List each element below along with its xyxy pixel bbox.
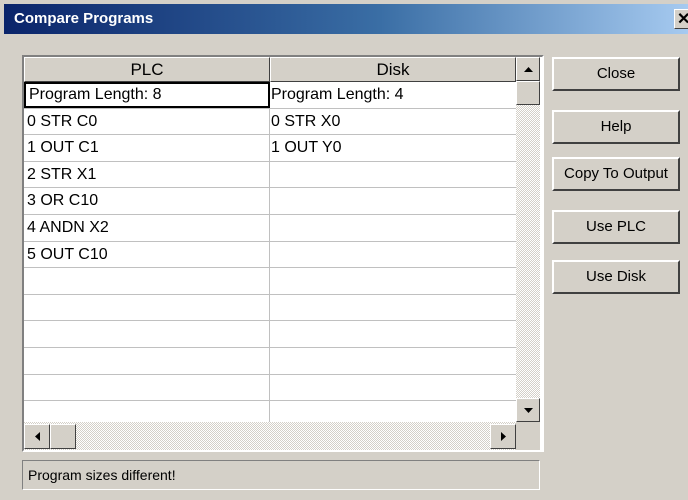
scrollbar-corner <box>516 422 540 450</box>
disk-cell[interactable] <box>270 268 516 294</box>
arrow-up-icon <box>523 66 533 72</box>
plc-cell[interactable] <box>24 401 270 422</box>
plc-cell[interactable] <box>24 294 270 321</box>
window-title: Compare Programs <box>14 10 154 27</box>
help-button[interactable]: Help <box>552 110 680 144</box>
copy-to-output-button[interactable]: Copy To Output <box>552 157 680 191</box>
scroll-up-button[interactable] <box>516 57 540 81</box>
table-row[interactable]: 2 STR X1 <box>24 161 516 189</box>
plc-cell[interactable]: 1 OUT C1 <box>24 135 270 161</box>
status-bar: Program sizes different! <box>22 460 540 490</box>
disk-cell[interactable] <box>270 375 516 401</box>
plc-cell[interactable] <box>24 347 270 374</box>
table-row[interactable] <box>24 374 516 402</box>
close-icon[interactable]: ✕ <box>674 9 688 29</box>
disk-cell[interactable] <box>270 215 516 241</box>
plc-cell[interactable]: 4 ANDN X2 <box>24 214 270 241</box>
table-row[interactable]: 4 ANDN X2 <box>24 214 516 242</box>
table-row[interactable] <box>24 268 516 295</box>
table-row[interactable]: 0 STR C0 0 STR X0 <box>24 108 516 136</box>
plc-cell[interactable] <box>24 374 270 401</box>
disk-cell[interactable] <box>270 188 516 214</box>
program-grid[interactable]: PLC Disk Program Length: 8 Program Length… <box>22 55 544 452</box>
column-header-disk[interactable]: Disk <box>270 57 516 82</box>
plc-cell[interactable]: 3 OR C10 <box>24 188 270 214</box>
disk-cell[interactable] <box>270 401 516 422</box>
disk-cell[interactable] <box>270 242 516 268</box>
plc-cell[interactable] <box>24 321 270 347</box>
table-row[interactable]: Program Length: 8 Program Length: 4 <box>24 82 516 109</box>
disk-cell[interactable]: 1 OUT Y0 <box>270 135 516 161</box>
arrow-right-icon <box>500 432 506 441</box>
table-row[interactable] <box>24 294 516 322</box>
horizontal-scroll-thumb[interactable] <box>50 424 76 449</box>
arrow-left-icon <box>34 432 40 441</box>
table-row[interactable] <box>24 321 516 348</box>
column-header-plc[interactable]: PLC <box>24 57 270 82</box>
plc-cell[interactable]: 2 STR X1 <box>24 161 270 188</box>
use-disk-button[interactable]: Use Disk <box>552 260 680 294</box>
vertical-scrollbar[interactable] <box>516 57 540 422</box>
close-button[interactable]: Close <box>552 57 680 91</box>
compare-programs-dialog: Compare Programs ✕ PLC Disk Program Leng… <box>0 0 688 500</box>
grid-rows: Program Length: 8 Program Length: 40 STR … <box>24 82 516 422</box>
plc-cell[interactable] <box>24 268 270 294</box>
use-plc-button[interactable]: Use PLC <box>552 210 680 244</box>
vertical-scroll-thumb[interactable] <box>516 81 540 105</box>
plc-cell[interactable]: Program Length: 8 <box>24 82 270 108</box>
table-row[interactable]: 5 OUT C10 <box>24 241 516 269</box>
disk-cell[interactable]: 0 STR X0 <box>270 109 516 135</box>
table-row[interactable] <box>24 401 516 422</box>
disk-cell[interactable] <box>270 348 516 374</box>
scroll-down-button[interactable] <box>516 398 540 422</box>
plc-cell[interactable]: 5 OUT C10 <box>24 241 270 268</box>
table-row[interactable] <box>24 347 516 375</box>
table-row[interactable]: 3 OR C10 <box>24 188 516 215</box>
horizontal-scrollbar[interactable] <box>24 422 516 450</box>
scroll-right-button[interactable] <box>490 424 516 449</box>
grid-viewport: PLC Disk Program Length: 8 Program Length… <box>24 57 516 422</box>
table-row[interactable]: 1 OUT C1 1 OUT Y0 <box>24 135 516 162</box>
plc-cell[interactable]: 0 STR C0 <box>24 108 270 135</box>
title-bar[interactable]: Compare Programs ✕ <box>4 4 688 34</box>
disk-cell[interactable] <box>270 162 516 188</box>
arrow-down-icon <box>523 407 533 413</box>
disk-cell[interactable] <box>270 295 516 321</box>
disk-cell[interactable]: Program Length: 4 <box>270 82 516 108</box>
disk-cell[interactable] <box>270 321 516 347</box>
scroll-left-button[interactable] <box>24 424 50 449</box>
